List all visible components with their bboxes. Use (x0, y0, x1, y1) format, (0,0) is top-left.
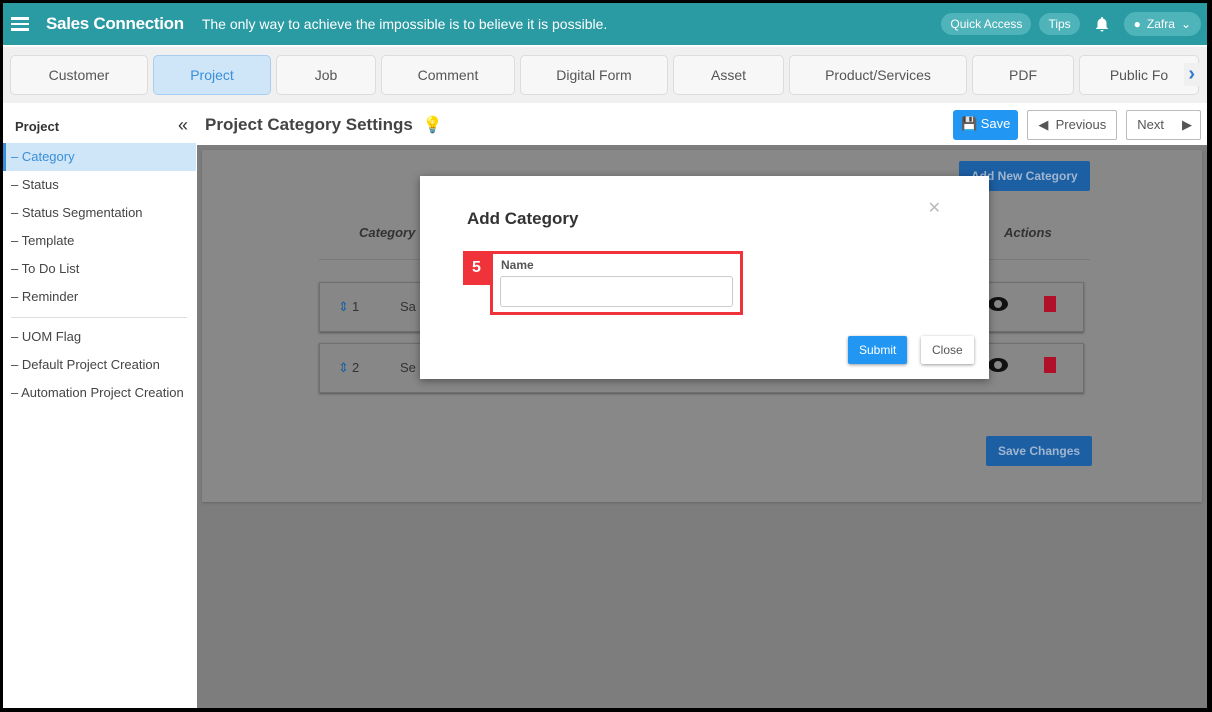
tab-digital-form[interactable]: Digital Form (520, 55, 668, 95)
row-name: Se (400, 360, 416, 375)
name-label: Name (501, 258, 534, 272)
user-icon: ● (1133, 17, 1141, 31)
submit-button[interactable]: Submit (848, 336, 908, 364)
previous-label: Previous (1055, 117, 1107, 132)
collapse-icon[interactable]: « (178, 115, 188, 143)
add-category-modal: Add Category ✕ 5 Name Submit Close (420, 176, 989, 379)
sidebar: Project « – Category – Status – Status Segm… (3, 105, 196, 708)
close-button[interactable]: Close (921, 336, 974, 364)
sidebar-item[interactable]: – UOM Flag (3, 323, 196, 351)
tab-job[interactable]: Job (276, 55, 376, 95)
trash-icon[interactable] (1044, 357, 1056, 373)
menu-icon[interactable] (11, 17, 29, 31)
trash-icon[interactable] (1044, 296, 1056, 312)
step-badge: 5 (463, 251, 490, 285)
sidebar-title: Project (15, 119, 60, 134)
tab-product-services[interactable]: Product/Services (789, 55, 967, 95)
tab-comment[interactable]: Comment (381, 55, 515, 95)
column-actions: Actions (1004, 225, 1052, 240)
row-name: Sa (400, 299, 416, 314)
top-header: Sales Connection The only way to achieve… (3, 3, 1207, 45)
sidebar-item[interactable]: – Automation Project Creation (3, 379, 196, 407)
sidebar-item[interactable]: – Reminder (3, 283, 196, 311)
save-label: Save (980, 116, 1011, 131)
bell-icon[interactable] (1094, 16, 1110, 32)
user-menu[interactable]: ● Zafra ⌄ (1123, 12, 1201, 36)
reorder-icon[interactable]: ⇕ (338, 299, 349, 315)
sidebar-item[interactable]: – Status Segmentation (3, 199, 196, 227)
lightbulb-icon[interactable]: 💡 (423, 115, 443, 135)
brand: Sales Connection (46, 14, 184, 33)
previous-button[interactable]: ◀ Previous (1027, 110, 1118, 140)
tips-button[interactable]: Tips (1039, 13, 1080, 35)
column-category: Category (359, 225, 416, 240)
tab-pdf[interactable]: PDF (972, 55, 1074, 95)
floppy-icon: 💾 (960, 116, 981, 131)
eye-icon[interactable] (988, 358, 1008, 372)
name-input[interactable] (500, 276, 733, 307)
module-tabs: Customer Project Job Comment Digital Form Ass… (3, 47, 1207, 103)
tab-customer[interactable]: Customer (10, 55, 148, 95)
save-changes-button[interactable]: Save Changes (986, 436, 1093, 466)
sidebar-item[interactable]: – Status (3, 171, 196, 199)
page-title: Project Category Settings (205, 115, 413, 134)
eye-icon[interactable] (988, 297, 1008, 311)
save-button[interactable]: 💾 Save (952, 110, 1019, 140)
sidebar-item[interactable]: – Template (3, 227, 196, 255)
sidebar-item[interactable]: – Default Project Creation (3, 351, 196, 379)
page-header: Project Category Settings 💡 💾 Save ◀ Pre… (197, 105, 1207, 145)
tab-project[interactable]: Project (153, 55, 271, 95)
next-button[interactable]: Next ▶ (1126, 110, 1201, 140)
next-label: Next (1137, 117, 1164, 132)
row-number: 1 (352, 299, 360, 314)
sidebar-item[interactable]: – To Do List (3, 255, 196, 283)
chevron-down-icon: ⌄ (1180, 17, 1191, 31)
tab-public-fo[interactable]: Public Fo (1079, 55, 1199, 95)
reorder-icon[interactable]: ⇕ (338, 360, 349, 376)
row-number: 2 (352, 360, 360, 375)
user-name: Zafra (1146, 17, 1175, 31)
quick-access-button[interactable]: Quick Access (941, 13, 1032, 35)
modal-title: Add Category (467, 209, 579, 228)
app-window: Sales Connection The only way to achieve… (3, 3, 1207, 708)
sidebar-item[interactable]: – Category (3, 143, 196, 171)
chevron-right-icon[interactable]: › (1184, 63, 1199, 86)
quote: The only way to achieve the impossible i… (201, 16, 608, 32)
divider (11, 317, 187, 318)
close-icon[interactable]: ✕ (928, 198, 941, 218)
tab-asset[interactable]: Asset (673, 55, 784, 95)
